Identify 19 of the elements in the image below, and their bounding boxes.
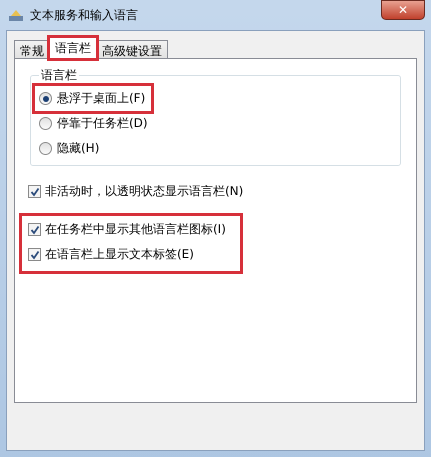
radio-option[interactable]: 悬浮于桌面上(F) xyxy=(35,86,152,111)
checkbox-label: 在语言栏上显示文本标签(E) xyxy=(45,246,194,263)
checkbox-label: 非活动时，以透明状态显示语言栏(N) xyxy=(45,183,244,200)
radio-label: 悬浮于桌面上(F) xyxy=(57,90,146,107)
radio-option[interactable]: 停靠于任务栏(D) xyxy=(35,111,154,136)
radio-label: 停靠于任务栏(D) xyxy=(57,115,148,132)
radio-button[interactable] xyxy=(39,92,52,105)
window-title: 文本服务和输入语言 xyxy=(30,6,138,24)
radio-button[interactable] xyxy=(39,117,52,130)
checkbox[interactable] xyxy=(28,248,41,261)
tab[interactable]: 语言栏 xyxy=(49,37,97,59)
checkbox[interactable] xyxy=(28,185,41,198)
radio-button[interactable] xyxy=(39,142,52,155)
checkbox[interactable] xyxy=(28,223,41,236)
tab[interactable]: 高级键设置 xyxy=(96,40,168,59)
radio-option[interactable]: 隐藏(H) xyxy=(35,136,106,161)
checkbox-label: 在任务栏中显示其他语言栏图标(I) xyxy=(45,221,226,238)
radio-label: 隐藏(H) xyxy=(57,140,100,157)
group-title: 语言栏 xyxy=(40,67,78,84)
